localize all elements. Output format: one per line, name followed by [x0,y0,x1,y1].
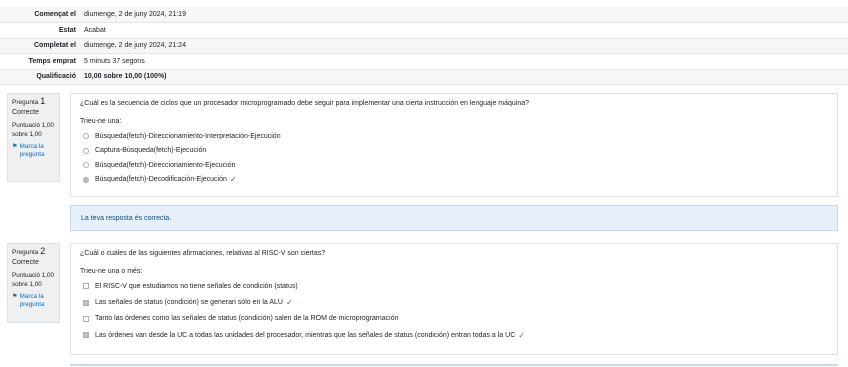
feedback-box-edge [70,364,838,366]
summary-label: Completat el [0,38,80,54]
summary-row-state: Estat Acabat [0,22,848,39]
correct-check-icon: ✓ [229,175,237,185]
attempt-summary-table: Començat el diumenge, 2 de juny 2024, 21… [0,7,848,85]
radio-button-selected[interactable] [83,176,89,183]
answer-option[interactable]: Las órdenes van desde la UC a todas las … [80,326,828,344]
flag-question-link[interactable]: ⚑ Marca la pregunta [12,143,55,159]
summary-label: Temps emprat [0,53,80,70]
answer-prompt: Trieu-ne una o més: [80,268,143,275]
question-1-info: Pregunta 1 Correcte Puntuació 1,00 sobre… [7,93,60,182]
summary-label: Estat [0,22,80,39]
checkbox[interactable] [83,315,89,322]
answer-option[interactable]: Captura-Búsqueda(fetch)-Ejecución [80,144,828,159]
correct-check-icon: ✓ [518,330,525,340]
answer-option[interactable]: Las señales de status (condición) se gen… [80,294,828,312]
answer-option[interactable]: Tanto las órdenes como las señales de st… [80,312,828,327]
answer-option[interactable]: Búsqueda(fetch)-Decodificación-Ejecución… [80,173,828,188]
radio-button[interactable] [83,162,89,169]
question-2-content: ¿Cuál o cuáles de las siguientes afirmac… [70,243,838,355]
summary-value: diumenge, 2 de juny 2024, 21:19 [80,7,848,23]
radio-button[interactable] [83,133,89,140]
summary-row-time-taken: Temps emprat 5 minuts 37 segons [0,53,848,70]
answer-prompt: Trieu-ne una: [80,118,122,125]
summary-value: 5 minuts 37 segons [80,53,848,70]
checkbox-checked[interactable] [83,332,89,338]
question-state: Correcte [12,109,39,116]
question-text: ¿Cuál es la secuencia de ciclos que un p… [80,100,530,107]
answer-option[interactable]: El RISC-V que estudiamos no tiene señale… [80,279,828,294]
summary-label: Qualificació [0,69,80,85]
flag-question-link[interactable]: ⚑ Marca la pregunta [12,293,55,309]
question-text: ¿Cuál o cuáles de las siguientes afirmac… [80,250,326,257]
flag-icon: ⚑ [12,143,18,150]
question-1-content: ¿Cuál es la secuencia de ciclos que un p… [70,93,838,197]
summary-label: Començat el [0,7,80,23]
summary-row-completed: Completat el diumenge, 2 de juny 2024, 2… [0,38,848,54]
summary-value: 10,00 sobre 10,00 (100%) [80,69,848,85]
summary-row-grade: Qualificació 10,00 sobre 10,00 (100%) [0,69,848,85]
answer-option[interactable]: Búsqueda(fetch)-Direccionamiento-Interpr… [80,129,828,144]
question-2-info: Pregunta 2 Correcte Puntuació 1,00 sobre… [7,243,60,323]
checkbox-checked[interactable] [83,299,89,306]
correct-check-icon: ✓ [285,298,293,307]
summary-row-started: Començat el diumenge, 2 de juny 2024, 21… [0,7,848,23]
radio-button[interactable] [83,147,89,154]
summary-value: Acabat [80,22,848,39]
checkbox[interactable] [83,283,89,290]
flag-icon: ⚑ [12,293,18,300]
question-number: Pregunta 1 [12,96,46,107]
question-grade: Puntuació 1,00 sobre 1,00 [12,122,55,138]
question-number: Pregunta 2 [12,246,46,257]
answer-feedback: La teva resposta és correcta. [70,205,838,231]
question-state: Correcte [12,259,39,266]
summary-value: diumenge, 2 de juny 2024, 21:24 [80,38,848,54]
question-grade: Puntuació 1,00 sobre 1,00 [12,272,55,288]
answer-option[interactable]: Búsqueda(fetch)-Direccionamiento-Ejecuci… [80,158,828,173]
